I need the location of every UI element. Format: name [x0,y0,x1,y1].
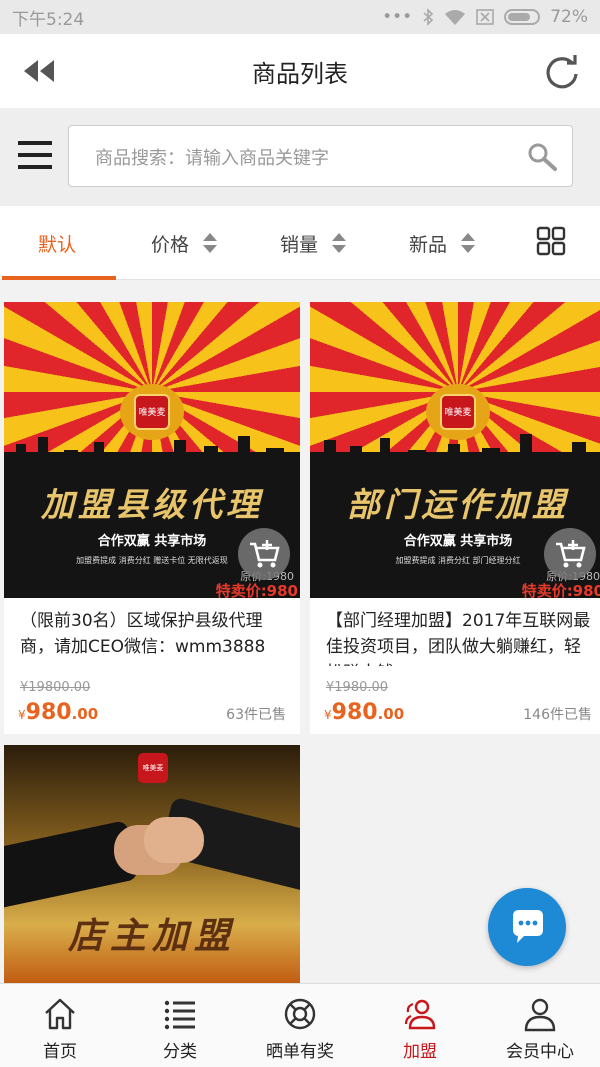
product-price: ¥980.00 [324,700,405,725]
sort-arrows-icon [461,233,476,253]
nav-label: 会员中心 [506,1042,574,1062]
search-row: 商品搜索：请输入商品关键字 [0,108,600,206]
banner-special-price: 特卖价:980 [521,582,600,598]
banner-title: 加盟县级代理 [41,485,263,524]
bottom-nav: 首页 分类 晒单有奖 加盟 会员中心 [0,983,600,1067]
battery-icon [504,9,541,25]
double-left-arrow-icon[interactable] [20,56,60,86]
list-icon [164,1000,195,1030]
banner-title: 部门运作加盟 [347,485,569,524]
chat-bubble-icon [513,910,543,943]
product-image[interactable]: 唯美麦 店主加盟 [4,745,300,985]
sort-tab-label: 新品 [409,233,448,256]
battery-level: 72% [550,7,588,27]
users-icon [404,999,436,1030]
add-to-cart-button[interactable] [544,528,596,580]
sort-tab-sales[interactable]: 销量 [280,206,347,280]
active-tab-indicator [2,276,116,280]
banner-title: 店主加盟 [67,915,236,957]
add-to-cart-button[interactable] [238,528,290,580]
product-sold-count: 146件已售 [523,707,592,723]
product-old-price: ¥19800.00 [20,680,91,695]
nav-join[interactable]: 加盟 [360,984,480,1067]
search-icon[interactable] [526,141,558,173]
grid-view-icon[interactable] [536,226,566,256]
sort-tab-price[interactable]: 价格 [151,206,218,280]
product-price: ¥980.00 [18,700,99,725]
nav-label: 分类 [163,1042,197,1062]
nav-share-reward[interactable]: 晒单有奖 [240,984,360,1067]
page-title: 商品列表 [252,59,348,88]
product-image[interactable]: 唯美麦 部门运作加盟 合作双赢 共享市场 加盟费提成 消费分红 部门经理分红 原… [310,302,600,598]
cart-icon [556,540,586,568]
dots-icon: ••• [382,7,413,27]
product-image[interactable]: 唯美麦 加盟县级代理 合作双赢 共享市场 加盟费提成 消费分红 赠送卡位 无限代… [4,302,300,598]
status-time: 下午5:24 [12,9,85,30]
sort-tab-label: 销量 [280,233,319,256]
sort-tab-label: 价格 [151,233,190,256]
sort-tab-new[interactable]: 新品 [409,206,476,280]
nav-label: 首页 [43,1042,77,1062]
home-icon [45,998,75,1030]
sort-arrows-icon [332,233,347,253]
wifi-icon [445,10,466,25]
brand-logo: 唯美麦 [134,394,170,430]
banner-special-price: 特卖价:980 [215,582,298,598]
menu-icon[interactable] [18,138,52,172]
nav-label: 加盟 [403,1042,437,1062]
product-name[interactable]: （限前30名）区域保护县级代理商，请加CEO微信：wmm3888 [20,608,288,666]
refresh-icon[interactable] [542,52,582,92]
brand-logo: 唯美麦 [138,753,168,783]
sort-tab-default[interactable]: 默认 [38,206,76,280]
handshake-graphic [144,817,204,863]
search-input[interactable]: 商品搜索：请输入商品关键字 [68,125,573,187]
sort-arrows-icon [203,233,218,253]
cart-icon [250,540,280,568]
status-bar: 下午5:24 ••• 72% [0,0,600,34]
product-name[interactable]: 【部门经理加盟】2017年互联网最佳投资项目，团队做大躺赚红，轻松赚大钱 [326,608,594,666]
product-card[interactable]: 唯美麦 加盟县级代理 合作双赢 共享市场 加盟费提成 消费分红 赠送卡位 无限代… [4,302,300,734]
product-card[interactable]: 唯美麦 部门运作加盟 合作双赢 共享市场 加盟费提成 消费分红 部门经理分红 原… [310,302,600,734]
sort-bar: 默认 价格 销量 新品 [0,206,600,280]
product-old-price: ¥1980.00 [326,680,389,695]
user-icon [524,998,556,1032]
nav-label: 晒单有奖 [266,1042,334,1062]
chat-button[interactable] [488,888,566,966]
product-card[interactable]: 唯美麦 店主加盟 [4,745,300,985]
nav-member-center[interactable]: 会员中心 [480,984,600,1067]
title-bar: 商品列表 [0,34,600,108]
brand-logo: 唯美麦 [440,394,476,430]
product-sold-count: 63件已售 [226,707,286,723]
lifebuoy-icon [284,998,316,1030]
nav-category[interactable]: 分类 [120,984,240,1067]
nav-home[interactable]: 首页 [0,984,120,1067]
bluetooth-icon [423,8,434,26]
sort-tab-label: 默认 [38,233,77,256]
search-placeholder: 商品搜索：请输入商品关键字 [95,148,329,169]
sim-icon [476,9,495,25]
